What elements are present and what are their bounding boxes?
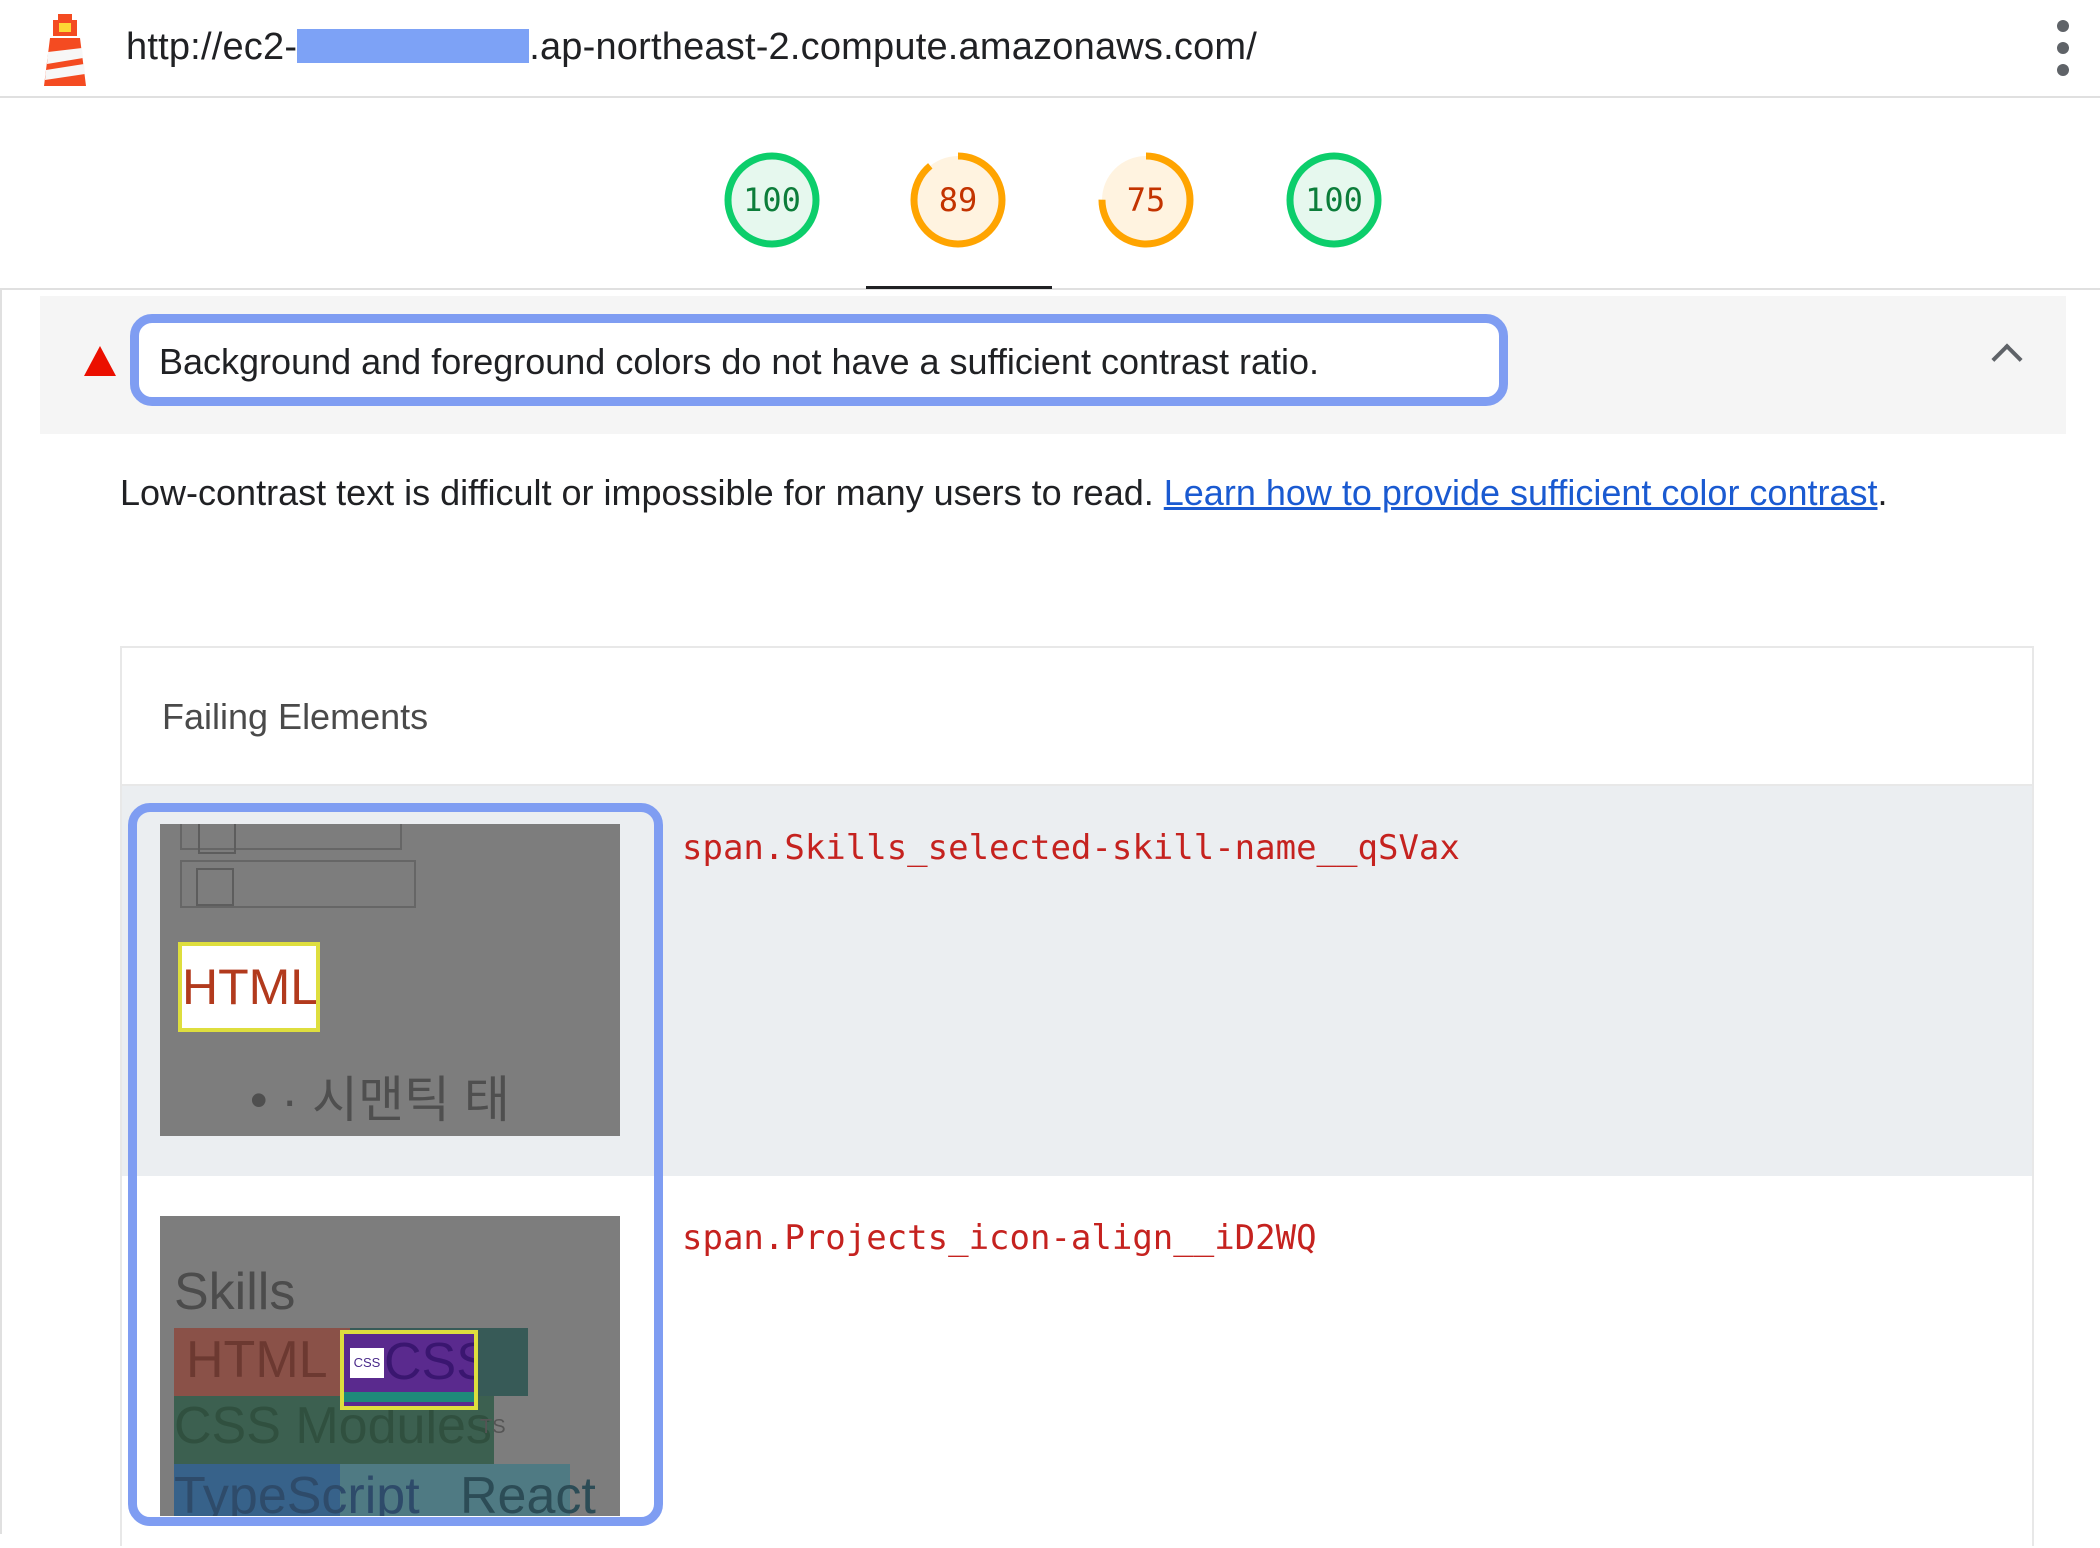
more-vert-icon[interactable] xyxy=(2052,20,2074,78)
table-header: Failing Elements xyxy=(122,648,2032,786)
url-suffix: .ap-northeast-2.compute.amazonaws.com/ xyxy=(529,26,1258,68)
gauge-value: 100 xyxy=(1305,181,1363,219)
thumb-bullet-text: • · 시맨틱 태 xyxy=(250,1072,510,1128)
gauge-score-2[interactable]: 89 xyxy=(908,150,1008,250)
gauge-value: 75 xyxy=(1126,181,1166,219)
audit-title-highlight: Background and foreground colors do not … xyxy=(130,314,1508,406)
ts-badge: TS xyxy=(480,1416,506,1438)
top-bar: http://ec2- .ap-northeast-2.compute.amazo… xyxy=(0,0,2100,98)
learn-more-link[interactable]: Learn how to provide sufficient color co… xyxy=(1164,472,1878,513)
element-screenshot[interactable]: Skills HTML CSS Modules TS TypeScript Re… xyxy=(160,1216,620,1516)
thumb-css-text: CSS xyxy=(384,1333,474,1391)
fail-triangle-icon xyxy=(84,346,116,376)
element-screenshot[interactable]: HTML • · 시맨틱 태 xyxy=(160,824,620,1136)
element-highlight xyxy=(178,942,320,1032)
thumb-typescript-text: TypeScript xyxy=(174,1467,420,1516)
score-gauges: 100 89 75 100 xyxy=(0,98,2100,290)
element-selector[interactable]: span.Skills_selected-skill-name__qSVax xyxy=(682,828,1460,868)
failing-elements-table: Failing Elements HTML • · 시맨틱 태 span.Ski… xyxy=(120,646,2034,1548)
thumb-react-text: React xyxy=(460,1467,596,1516)
css-logo-icon: CSS xyxy=(350,1348,384,1378)
gauge-value: 89 xyxy=(938,181,978,219)
audit-header[interactable]: Background and foreground colors do not … xyxy=(40,296,2066,434)
description-trailing: . xyxy=(1877,472,1888,513)
gauge-score-4[interactable]: 100 xyxy=(1284,150,1384,250)
thumb-html-text: HTML xyxy=(186,1331,328,1389)
active-tab-indicator xyxy=(866,286,1052,289)
table-row[interactable]: HTML • · 시맨틱 태 span.Skills_selected-skil… xyxy=(122,786,2032,1176)
element-selector[interactable]: span.Projects_icon-align__iD2WQ xyxy=(682,1218,1317,1258)
url-prefix: http://ec2- xyxy=(126,26,298,68)
broken-image-icon xyxy=(198,824,236,854)
element-highlight: CSS CSS xyxy=(340,1330,478,1410)
left-border xyxy=(0,290,2,1534)
chevron-up-icon[interactable] xyxy=(1991,343,2023,375)
audit-description: Low-contrast text is difficult or imposs… xyxy=(120,462,1950,524)
lighthouse-icon xyxy=(44,14,86,86)
thumb-skills-heading: Skills xyxy=(174,1263,296,1321)
page-url: http://ec2- .ap-northeast-2.compute.amazo… xyxy=(126,26,1257,69)
css-underline-bar xyxy=(344,1392,474,1402)
table-header-label: Failing Elements xyxy=(162,696,429,737)
broken-image-icon xyxy=(196,868,234,906)
gauge-value: 100 xyxy=(743,181,801,219)
audit-title: Background and foreground colors do not … xyxy=(159,341,1320,382)
gauge-score-1[interactable]: 100 xyxy=(722,150,822,250)
redacted-region xyxy=(297,29,530,63)
description-text: Low-contrast text is difficult or imposs… xyxy=(120,472,1164,513)
gauge-score-3[interactable]: 75 xyxy=(1096,150,1196,250)
table-row[interactable]: Skills HTML CSS Modules TS TypeScript Re… xyxy=(122,1176,2032,1548)
